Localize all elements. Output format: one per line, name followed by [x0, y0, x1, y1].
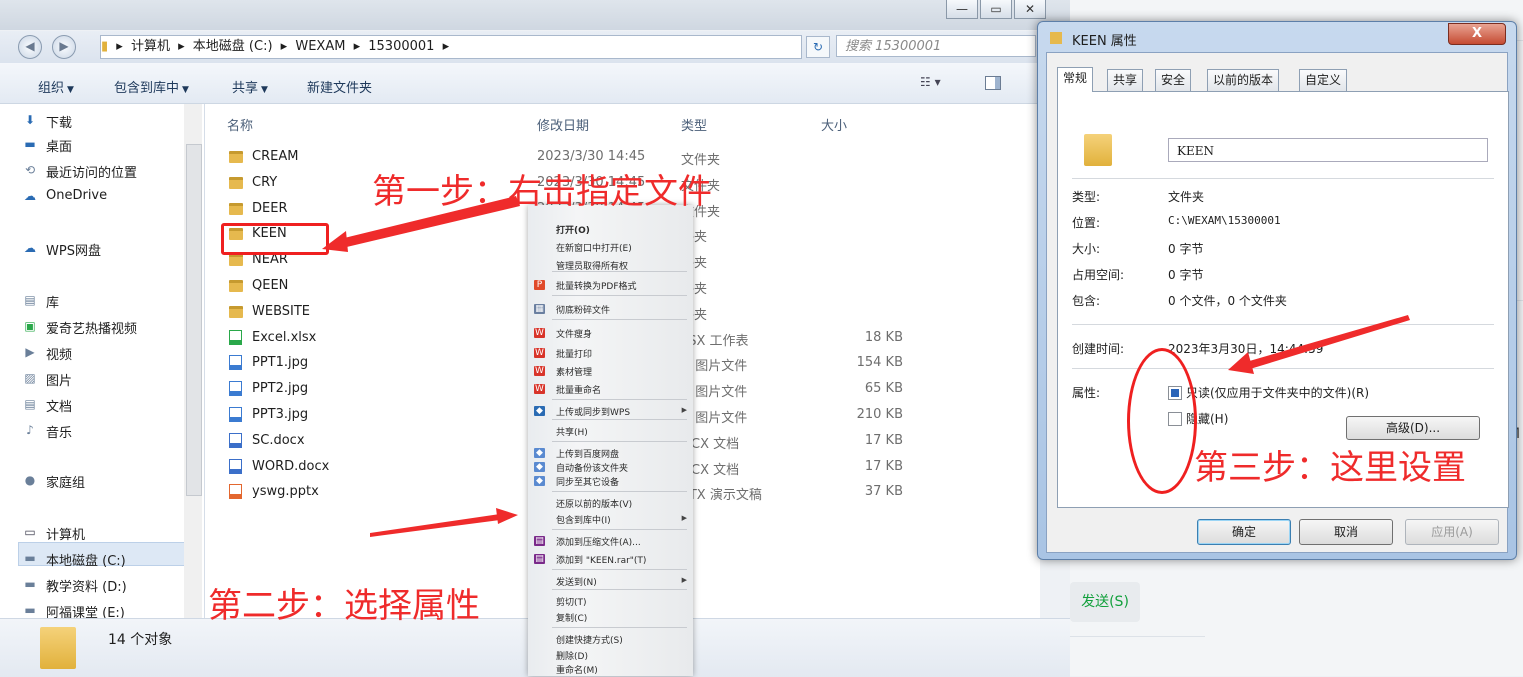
arrow-step1-head	[322, 231, 348, 252]
annotation-arrows	[322, 196, 1410, 537]
arrow-step3-head	[1228, 352, 1254, 374]
arrow-step2	[370, 514, 500, 537]
arrow-step3	[1246, 315, 1410, 369]
arrow-step2-head	[496, 508, 518, 524]
arrow-step1	[334, 196, 520, 250]
